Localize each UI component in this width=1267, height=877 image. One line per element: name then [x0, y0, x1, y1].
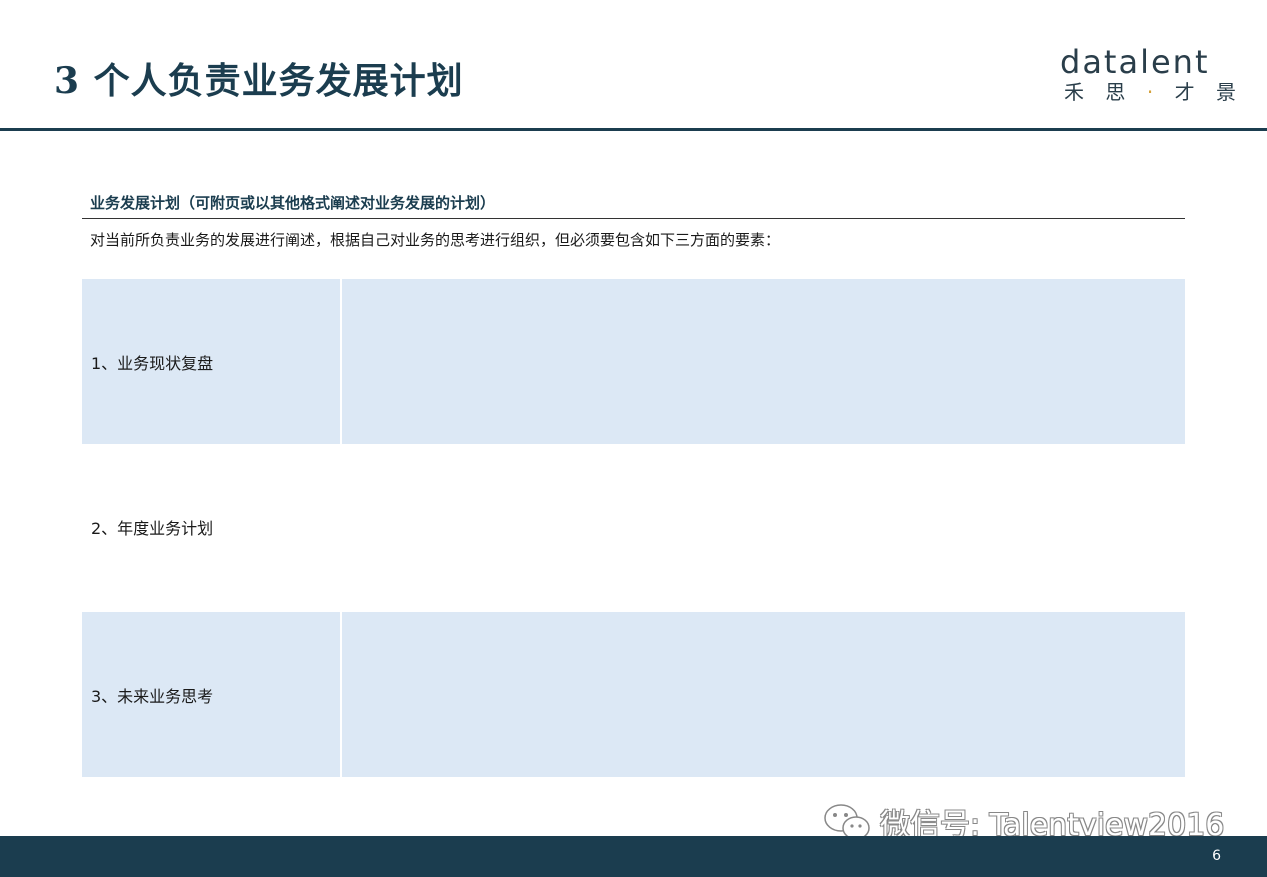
plan-row-label: 3、未来业务思考: [82, 612, 340, 777]
plan-row-current-review: 1、业务现状复盘: [82, 279, 1185, 444]
logo-dot: ·: [1146, 80, 1154, 104]
plan-row-annual-plan: 2、年度业务计划: [82, 444, 1185, 609]
section-heading: 业务发展计划（可附页或以其他格式阐述对业务发展的计划）: [90, 194, 496, 212]
logo-char: 禾: [1064, 80, 1084, 104]
logo-wordmark: datalent: [1060, 43, 1210, 81]
company-logo: datalent 禾 思 · 才 景: [1060, 46, 1242, 104]
logo-char: 景: [1215, 80, 1236, 104]
page-title: 3 个人负责业务发展计划: [54, 60, 464, 102]
plan-row-content[interactable]: [340, 444, 1185, 609]
plan-row-future-thinking: 3、未来业务思考: [82, 612, 1185, 777]
logo-char: 思: [1105, 80, 1126, 104]
plan-row-content[interactable]: [340, 279, 1185, 444]
page-number: 6: [1212, 848, 1221, 864]
logo-chinese-name: 禾 思 · 才 景: [1064, 80, 1236, 104]
section-instructions: 对当前所负责业务的发展进行阐述，根据自己对业务的思考进行组织，但必须要包含如下三…: [90, 231, 781, 249]
plan-row-content[interactable]: [340, 612, 1185, 777]
plan-row-label: 1、业务现状复盘: [82, 279, 340, 444]
logo-char: 才: [1174, 80, 1195, 104]
footer-bar: 6: [0, 836, 1267, 877]
header-divider: [0, 128, 1267, 131]
plan-row-label: 2、年度业务计划: [91, 518, 214, 538]
section-divider: [82, 218, 1185, 219]
